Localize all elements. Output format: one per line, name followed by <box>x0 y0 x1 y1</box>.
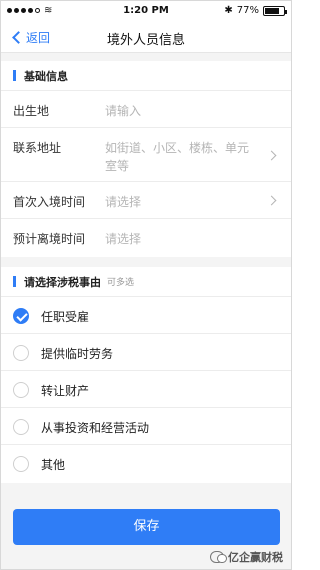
section-marker <box>13 276 16 287</box>
address-input[interactable]: 如街道、小区、楼栋、单元室等 <box>105 139 255 175</box>
chevron-right-icon <box>266 195 277 206</box>
option-label: 提供临时劳务 <box>41 347 114 361</box>
status-bar: ≋ 1:20 PM ✱ 77% <box>1 1 291 21</box>
bluetooth-icon: ✱ <box>224 5 233 16</box>
checkbox-unchecked-icon[interactable] <box>13 456 29 472</box>
battery-percent: 77% <box>236 5 259 16</box>
basic-info-title: 基础信息 <box>24 69 68 83</box>
checkbox-checked-icon[interactable] <box>13 308 29 324</box>
expected-exit-field[interactable]: 预计离境时间 请选择 <box>1 219 291 256</box>
watermark: 亿企赢财税 <box>210 549 283 565</box>
section-marker <box>13 70 16 81</box>
first-entry-label: 首次入境时间 <box>13 195 86 209</box>
first-entry-field[interactable]: 首次入境时间 请选择 <box>1 182 291 219</box>
expected-exit-label: 预计离境时间 <box>13 232 86 246</box>
checkbox-unchecked-icon[interactable] <box>13 382 29 398</box>
basic-info-header: 基础信息 <box>1 61 291 91</box>
option-other[interactable]: 其他 <box>1 445 291 482</box>
option-label: 转让财产 <box>41 384 90 398</box>
option-temporary-labor[interactable]: 提供临时劳务 <box>1 334 291 371</box>
save-button[interactable]: 保存 <box>13 509 280 545</box>
wechat-icon <box>210 551 227 563</box>
checkbox-unchecked-icon[interactable] <box>13 345 29 361</box>
multi-select-hint: 可多选 <box>107 278 135 288</box>
watermark-text: 亿企赢财税 <box>228 551 283 564</box>
tax-reason-section: 请选择涉税事由 可多选 任职受雇 提供临时劳务 转让财产 从事投资和经营活动 其… <box>1 267 291 483</box>
page-title: 境外人员信息 <box>106 33 185 48</box>
option-investment-business[interactable]: 从事投资和经营活动 <box>1 408 291 445</box>
option-employment[interactable]: 任职受雇 <box>1 297 291 334</box>
nav-bar: 返回 境外人员信息 <box>1 21 291 53</box>
option-property-transfer[interactable]: 转让财产 <box>1 371 291 408</box>
chevron-right-icon <box>266 150 277 161</box>
app-frame: ≋ 1:20 PM ✱ 77% 返回 境外人员信息 基础信息 出生地 请输入 联… <box>0 0 292 570</box>
basic-info-section: 基础信息 出生地 请输入 联系地址 如街道、小区、楼栋、单元室等 首次入境时间 … <box>1 61 291 257</box>
tax-reason-title: 请选择涉税事由 <box>24 275 101 289</box>
tax-reason-header: 请选择涉税事由 可多选 <box>1 267 291 297</box>
battery-icon <box>263 5 287 16</box>
address-label: 联系地址 <box>13 141 62 155</box>
first-entry-picker[interactable]: 请选择 <box>105 193 141 211</box>
option-label: 从事投资和经营活动 <box>41 421 150 435</box>
checkbox-unchecked-icon[interactable] <box>13 419 29 435</box>
status-right-group: ✱ 77% <box>224 5 287 16</box>
address-field[interactable]: 联系地址 如街道、小区、楼栋、单元室等 <box>1 128 291 182</box>
option-label: 其他 <box>41 458 66 472</box>
option-label: 任职受雇 <box>41 310 90 324</box>
expected-exit-picker[interactable]: 请选择 <box>105 230 141 248</box>
birthplace-field[interactable]: 出生地 请输入 <box>1 91 291 128</box>
birthplace-label: 出生地 <box>13 104 50 118</box>
birthplace-input[interactable]: 请输入 <box>105 102 141 120</box>
